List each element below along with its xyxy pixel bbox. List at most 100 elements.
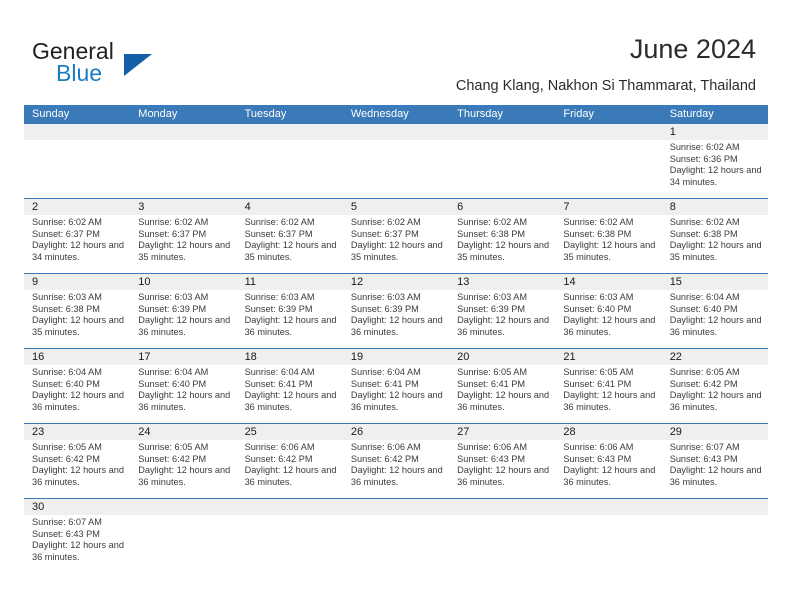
sunrise-text: Sunrise: 6:05 AM — [32, 442, 102, 452]
daylight-text: Daylight: 12 hours and 36 minutes. — [669, 465, 762, 487]
sunrise-text: Sunrise: 6:03 AM — [32, 292, 102, 302]
day-details: Sunrise: 6:06 AM Sunset: 6:43 PM Daylight:… — [555, 440, 661, 488]
sunrise-text: Sunrise: 6:03 AM — [244, 292, 315, 302]
calendar-week-row: 16 Sunrise: 6:04 AM Sunset: 6:40 PM Dayligh… — [24, 349, 768, 424]
sunset-text: Sunset: 6:39 PM — [244, 303, 313, 314]
weekday-header-monday: Monday — [138, 108, 178, 120]
sunrise-text: Sunrise: 6:04 AM — [32, 367, 102, 377]
calendar-day-cell[interactable]: 22 Sunrise: 6:05 AM Sunset: 6:42 PM Dayligh… — [661, 349, 768, 423]
sunset-text: Sunset: 6:37 PM — [244, 228, 313, 239]
calendar-day-cell[interactable]: 27 Sunrise: 6:06 AM Sunset: 6:43 PM Dayligh… — [449, 424, 556, 498]
sunrise-text: Sunrise: 6:05 AM — [138, 442, 209, 452]
calendar-day-cell[interactable]: 11 Sunrise: 6:03 AM Sunset: 6:39 PM Dayligh… — [236, 274, 343, 348]
daylight-text: Daylight: 12 hours and 36 minutes. — [350, 315, 443, 337]
day-number: 16 — [24, 349, 131, 365]
calendar-day-cell[interactable]: 26 Sunrise: 6:06 AM Sunset: 6:42 PM Dayligh… — [342, 424, 450, 498]
calendar-day-cell[interactable]: 6 Sunrise: 6:02 AM Sunset: 6:38 PM Daylight… — [449, 199, 556, 273]
calendar-day-cell[interactable]: 4 Sunrise: 6:02 AM Sunset: 6:37 PM Daylight… — [236, 199, 343, 273]
sunset-text: Sunset: 6:42 PM — [244, 453, 313, 464]
sunset-text: Sunset: 6:42 PM — [138, 453, 207, 464]
calendar-week-row: 30 Sunrise: 6:07 AM Sunset: 6:43 PM Dayligh… — [24, 499, 768, 573]
sunset-text: Sunset: 6:36 PM — [669, 153, 738, 164]
brand-logo[interactable]: General Blue — [32, 38, 172, 90]
sunrise-text: Sunrise: 6:06 AM — [457, 442, 528, 452]
sunrise-text: Sunrise: 6:06 AM — [244, 442, 315, 452]
sunset-text: Sunset: 6:43 PM — [457, 453, 526, 464]
sunset-text: Sunset: 6:39 PM — [138, 303, 207, 314]
day-number: 19 — [342, 349, 450, 365]
calendar-day-cell[interactable]: 21 Sunrise: 6:05 AM Sunset: 6:41 PM Dayligh… — [555, 349, 662, 423]
sunset-text: Sunset: 6:40 PM — [32, 378, 100, 389]
calendar-day-cell[interactable]: 1 Sunrise: 6:02 AM Sunset: 6:36 PM Daylight… — [661, 124, 768, 198]
calendar-day-cell-empty — [236, 124, 343, 198]
day-number: 30 — [24, 499, 131, 515]
calendar-day-cell[interactable]: 29 Sunrise: 6:07 AM Sunset: 6:43 PM Dayligh… — [661, 424, 768, 498]
calendar-day-cell[interactable]: 12 Sunrise: 6:03 AM Sunset: 6:39 PM Dayligh… — [342, 274, 450, 348]
day-number: 1 — [661, 124, 768, 140]
daylight-text: Daylight: 12 hours and 36 minutes. — [669, 315, 762, 337]
day-number: 11 — [236, 274, 343, 290]
calendar-day-cell[interactable]: 7 Sunrise: 6:02 AM Sunset: 6:38 PM Daylight… — [555, 199, 662, 273]
calendar-day-cell[interactable]: 17 Sunrise: 6:04 AM Sunset: 6:40 PM Dayligh… — [130, 349, 237, 423]
calendar-day-cell[interactable]: 3 Sunrise: 6:02 AM Sunset: 6:37 PM Daylight… — [130, 199, 237, 273]
sunrise-text: Sunrise: 6:02 AM — [350, 217, 421, 227]
sunrise-text: Sunrise: 6:03 AM — [457, 292, 528, 302]
weekday-header-friday: Friday — [563, 108, 594, 120]
calendar-day-cell[interactable]: 24 Sunrise: 6:05 AM Sunset: 6:42 PM Dayligh… — [130, 424, 237, 498]
calendar-day-cell[interactable]: 18 Sunrise: 6:04 AM Sunset: 6:41 PM Dayligh… — [236, 349, 343, 423]
calendar-day-cell-empty — [342, 124, 450, 198]
page-title: June 2024 — [629, 34, 756, 64]
day-number: 22 — [661, 349, 768, 365]
sunrise-text: Sunrise: 6:04 AM — [138, 367, 209, 377]
day-number: 6 — [449, 199, 556, 215]
day-details: Sunrise: 6:03 AM Sunset: 6:38 PM Daylight:… — [24, 290, 130, 338]
calendar-day-cell[interactable]: 23 Sunrise: 6:05 AM Sunset: 6:42 PM Dayligh… — [24, 424, 131, 498]
calendar-day-cell[interactable]: 28 Sunrise: 6:06 AM Sunset: 6:43 PM Dayligh… — [555, 424, 662, 498]
sunset-text: Sunset: 6:40 PM — [669, 303, 738, 314]
calendar-day-cell[interactable]: 9 Sunrise: 6:03 AM Sunset: 6:38 PM Daylight… — [24, 274, 131, 348]
sunset-text: Sunset: 6:37 PM — [350, 228, 419, 239]
sunrise-text: Sunrise: 6:02 AM — [244, 217, 315, 227]
calendar-day-cell[interactable]: 5 Sunrise: 6:02 AM Sunset: 6:37 PM Daylight… — [342, 199, 450, 273]
day-details: Sunrise: 6:04 AM Sunset: 6:40 PM Daylight:… — [662, 290, 768, 338]
daylight-text: Daylight: 12 hours and 36 minutes. — [457, 465, 550, 487]
calendar-day-cell[interactable]: 20 Sunrise: 6:05 AM Sunset: 6:41 PM Dayligh… — [449, 349, 556, 423]
daylight-text: Daylight: 12 hours and 36 minutes. — [563, 315, 656, 337]
daylight-text: Daylight: 12 hours and 36 minutes. — [457, 390, 550, 412]
calendar-day-cell[interactable]: 14 Sunrise: 6:03 AM Sunset: 6:40 PM Dayligh… — [555, 274, 662, 348]
sunset-text: Sunset: 6:39 PM — [457, 303, 526, 314]
day-details: Sunrise: 6:05 AM Sunset: 6:42 PM Daylight:… — [662, 365, 768, 413]
calendar-day-cell-empty — [555, 124, 662, 198]
calendar-day-cell[interactable]: 13 Sunrise: 6:03 AM Sunset: 6:39 PM Dayligh… — [449, 274, 556, 348]
sunset-text: Sunset: 6:37 PM — [32, 228, 100, 239]
calendar-day-cell[interactable]: 19 Sunrise: 6:04 AM Sunset: 6:41 PM Dayligh… — [342, 349, 450, 423]
day-details: Sunrise: 6:02 AM Sunset: 6:36 PM Daylight:… — [662, 140, 768, 188]
calendar-day-cell-empty — [236, 499, 343, 573]
calendar-day-cell-empty — [130, 124, 237, 198]
sunrise-text: Sunrise: 6:04 AM — [244, 367, 315, 377]
day-details: Sunrise: 6:02 AM Sunset: 6:37 PM Daylight:… — [130, 215, 236, 263]
calendar-day-cell[interactable]: 25 Sunrise: 6:06 AM Sunset: 6:42 PM Dayligh… — [236, 424, 343, 498]
day-details: Sunrise: 6:06 AM Sunset: 6:42 PM Daylight:… — [343, 440, 449, 488]
calendar-day-cell[interactable]: 30 Sunrise: 6:07 AM Sunset: 6:43 PM Dayligh… — [24, 499, 131, 573]
sunset-text: Sunset: 6:40 PM — [563, 303, 632, 314]
sunrise-text: Sunrise: 6:03 AM — [350, 292, 421, 302]
day-number: 24 — [130, 424, 237, 440]
day-details: Sunrise: 6:06 AM Sunset: 6:42 PM Daylight:… — [237, 440, 343, 488]
sunset-text: Sunset: 6:38 PM — [669, 228, 738, 239]
calendar-day-cell[interactable]: 8 Sunrise: 6:02 AM Sunset: 6:38 PM Daylight… — [661, 199, 768, 273]
sunrise-text: Sunrise: 6:02 AM — [669, 142, 740, 152]
calendar-week-row: 2 Sunrise: 6:02 AM Sunset: 6:37 PM Daylight… — [24, 199, 768, 274]
day-number: 29 — [661, 424, 768, 440]
day-number: 25 — [236, 424, 343, 440]
calendar-day-cell[interactable]: 10 Sunrise: 6:03 AM Sunset: 6:39 PM Dayligh… — [130, 274, 237, 348]
calendar-day-cell[interactable]: 15 Sunrise: 6:04 AM Sunset: 6:40 PM Dayligh… — [661, 274, 768, 348]
sunset-text: Sunset: 6:38 PM — [457, 228, 526, 239]
day-number: 28 — [555, 424, 662, 440]
calendar-week-row: 23 Sunrise: 6:05 AM Sunset: 6:42 PM Dayligh… — [24, 424, 768, 499]
sunset-text: Sunset: 6:42 PM — [32, 453, 100, 464]
day-number: 26 — [342, 424, 450, 440]
calendar-day-cell[interactable]: 2 Sunrise: 6:02 AM Sunset: 6:37 PM Daylight… — [24, 199, 131, 273]
weekday-header-row: Sunday Monday Tuesday Wednesday Thursday… — [24, 105, 768, 124]
calendar-day-cell[interactable]: 16 Sunrise: 6:04 AM Sunset: 6:40 PM Dayligh… — [24, 349, 131, 423]
